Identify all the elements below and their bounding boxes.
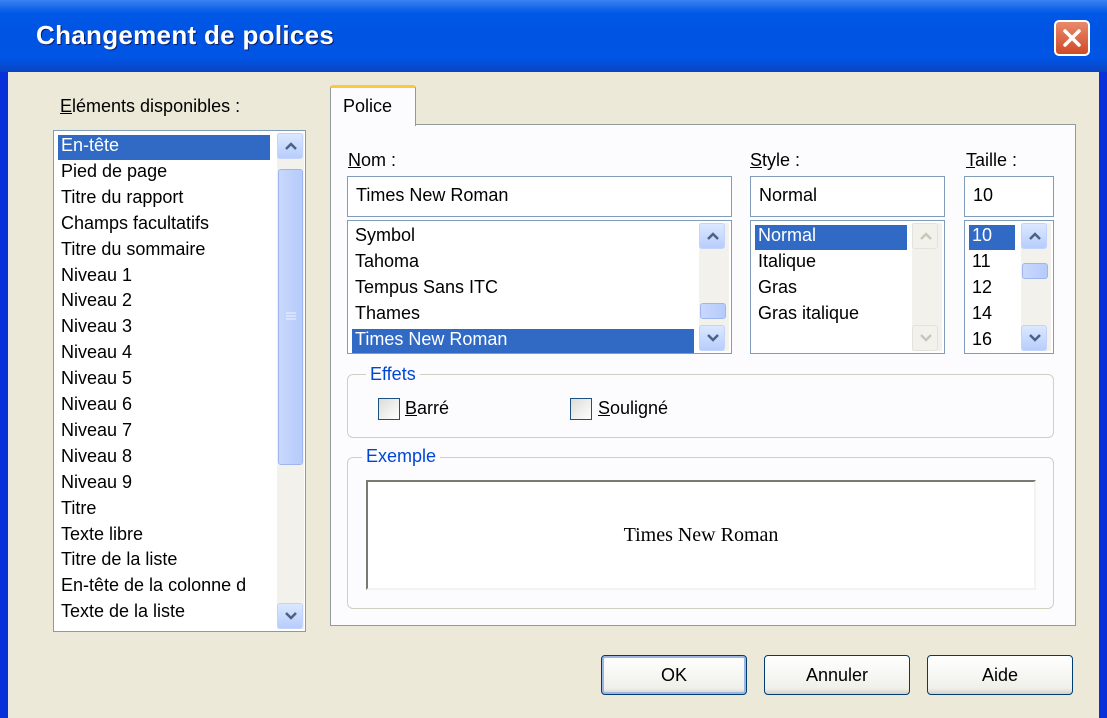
font-list-item[interactable]: Tempus Sans ITC bbox=[352, 277, 501, 302]
style-list-item[interactable]: Gras italique bbox=[755, 303, 862, 328]
available-elements-list[interactable]: En-tête Pied de page Titre du rapport Champ… bbox=[53, 130, 306, 632]
font-list-item[interactable]: Tahoma bbox=[352, 251, 422, 276]
size-label: Taille : bbox=[966, 150, 1018, 170]
tab-label: Police bbox=[343, 96, 393, 116]
font-name-input[interactable]: Times New Roman bbox=[347, 176, 732, 217]
font-scroll-up-button[interactable] bbox=[699, 223, 725, 249]
style-list[interactable]: Normal Italique Gras Gras italique bbox=[750, 220, 945, 354]
size-scroll-up-button[interactable] bbox=[1021, 223, 1047, 249]
window-border-left bbox=[0, 72, 8, 718]
size-scroll-thumb[interactable] bbox=[1022, 263, 1048, 279]
font-name-label: Nom : bbox=[348, 150, 397, 170]
available-elements-label: Eléments disponibles : bbox=[60, 96, 241, 116]
ok-button[interactable]: OK bbox=[601, 655, 747, 695]
dialog-title: Changement de polices bbox=[36, 20, 335, 50]
effects-group bbox=[347, 374, 1054, 438]
chevron-down-icon bbox=[285, 612, 297, 620]
strikethrough-checkbox[interactable] bbox=[378, 398, 400, 420]
close-icon bbox=[1063, 29, 1081, 47]
style-list-item[interactable]: Normal bbox=[755, 225, 907, 250]
font-scroll-thumb[interactable] bbox=[700, 303, 726, 319]
available-element-item[interactable]: Titre bbox=[58, 498, 99, 523]
strikethrough-label[interactable]: Barré bbox=[405, 398, 449, 419]
available-element-item[interactable]: En-tête de la colonne d bbox=[58, 575, 249, 600]
dialog-window: Changement de polices Eléments disponibl… bbox=[0, 0, 1107, 718]
style-scroll-up-button bbox=[912, 223, 938, 249]
scroll-thumb[interactable] bbox=[278, 169, 303, 465]
font-name-list[interactable]: Symbol Tahoma Tempus Sans ITC Thames Times N… bbox=[347, 220, 732, 354]
available-element-item[interactable]: Niveau 2 bbox=[58, 290, 135, 315]
size-list-item[interactable]: 14 bbox=[969, 303, 995, 328]
size-scroll-down-button[interactable] bbox=[1021, 325, 1047, 351]
window-border-right bbox=[1099, 72, 1107, 718]
available-element-item[interactable]: Pied de page bbox=[58, 161, 170, 186]
available-element-item[interactable]: Niveau 3 bbox=[58, 316, 135, 341]
available-element-item[interactable]: Niveau 6 bbox=[58, 394, 135, 419]
chevron-up-icon bbox=[707, 232, 719, 240]
style-scroll-down-button bbox=[912, 325, 938, 351]
size-list-item[interactable]: 11 bbox=[969, 251, 994, 276]
cancel-button[interactable]: Annuler bbox=[764, 655, 910, 695]
available-element-item[interactable]: Niveau 1 bbox=[58, 265, 135, 290]
example-group-label: Exemple bbox=[362, 446, 441, 467]
chevron-up-icon bbox=[920, 232, 932, 240]
font-list-scrollbar[interactable] bbox=[699, 223, 729, 351]
style-value: Normal bbox=[759, 185, 818, 205]
chevron-up-icon bbox=[1029, 232, 1041, 240]
close-button[interactable] bbox=[1054, 20, 1090, 56]
underline-label[interactable]: Souligné bbox=[598, 398, 668, 419]
example-preview-text: Times New Roman bbox=[623, 524, 779, 546]
tab-police[interactable]: Police bbox=[330, 85, 416, 126]
font-name-value: Times New Roman bbox=[356, 185, 509, 205]
help-button[interactable]: Aide bbox=[927, 655, 1073, 695]
style-input[interactable]: Normal bbox=[750, 176, 945, 217]
size-input[interactable]: 10 bbox=[964, 176, 1054, 217]
size-list-item[interactable]: 10 bbox=[969, 225, 1015, 250]
available-element-item[interactable]: Niveau 7 bbox=[58, 420, 135, 445]
available-element-item[interactable]: Niveau 9 bbox=[58, 472, 135, 497]
font-list-item[interactable]: Symbol bbox=[352, 225, 418, 250]
scroll-up-button[interactable] bbox=[277, 133, 303, 159]
chevron-down-icon bbox=[920, 334, 932, 342]
title-bar[interactable]: Changement de polices bbox=[0, 0, 1107, 72]
font-list-item[interactable]: Thames bbox=[352, 303, 423, 328]
available-element-item[interactable]: Texte de la liste bbox=[58, 601, 188, 626]
font-scroll-down-button[interactable] bbox=[699, 325, 725, 351]
style-list-scrollbar bbox=[912, 223, 942, 351]
available-element-item[interactable]: Champs facultatifs bbox=[58, 213, 212, 238]
available-element-item[interactable]: Niveau 8 bbox=[58, 446, 135, 471]
size-value: 10 bbox=[973, 185, 994, 205]
size-list-item[interactable]: 12 bbox=[969, 277, 995, 302]
chevron-up-icon bbox=[285, 142, 297, 150]
available-elements-scrollbar[interactable] bbox=[277, 133, 304, 629]
effects-group-label: Effets bbox=[366, 364, 420, 385]
style-label: Style : bbox=[750, 150, 801, 170]
chevron-down-icon bbox=[707, 334, 719, 342]
example-preview-box: Times New Roman bbox=[366, 480, 1036, 590]
font-list-item[interactable]: Times New Roman bbox=[352, 328, 694, 353]
available-element-item[interactable]: Niveau 5 bbox=[58, 368, 135, 393]
available-element-item[interactable]: Texte libre bbox=[58, 524, 146, 549]
scroll-down-button[interactable] bbox=[277, 603, 303, 629]
available-element-item[interactable]: Titre du rapport bbox=[58, 187, 186, 212]
size-list-item[interactable]: 16 bbox=[969, 329, 995, 353]
available-element-item[interactable]: Titre du sommaire bbox=[58, 239, 208, 264]
grip-icon bbox=[286, 312, 296, 320]
size-list-scrollbar[interactable] bbox=[1021, 223, 1051, 351]
available-element-item[interactable]: Niveau 4 bbox=[58, 342, 135, 367]
available-element-item[interactable]: Titre de la liste bbox=[58, 549, 180, 574]
chevron-down-icon bbox=[1029, 334, 1041, 342]
available-element-item[interactable]: En-tête bbox=[58, 135, 270, 160]
style-list-item[interactable]: Gras bbox=[755, 277, 800, 302]
underline-checkbox[interactable] bbox=[570, 398, 592, 420]
style-list-item[interactable]: Italique bbox=[755, 251, 819, 276]
size-list[interactable]: 10 11 12 14 16 bbox=[964, 220, 1054, 354]
